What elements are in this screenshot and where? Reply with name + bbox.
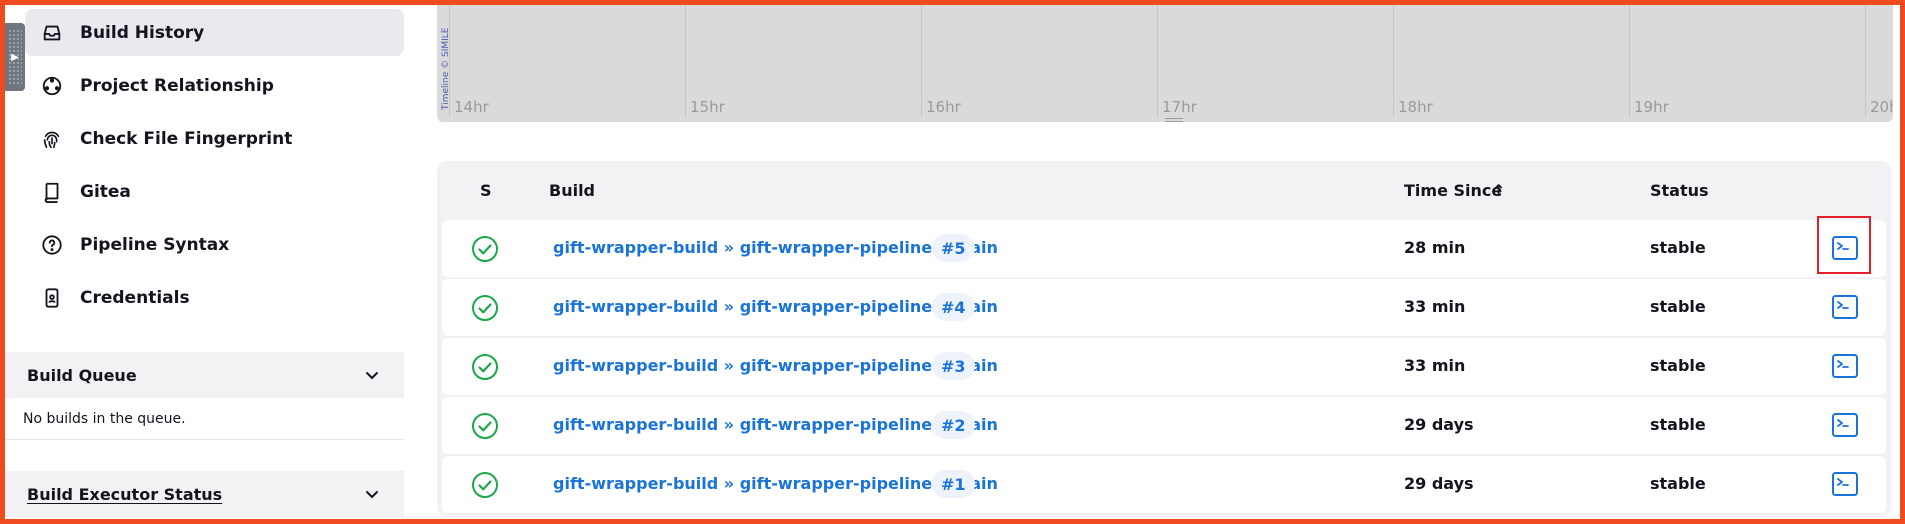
task-label: Project Relationship [80, 75, 274, 96]
table-row: gift-wrapper-build » gift-wrapper-pipeli… [442, 279, 1886, 336]
sidebar: ▶ Build History Project Relationship Che… [5, 5, 404, 519]
build-number-badge[interactable]: #1 [932, 470, 975, 498]
table-row: gift-wrapper-build » gift-wrapper-pipeli… [442, 456, 1886, 513]
task-label: Check File Fingerprint [80, 128, 293, 149]
build-status: stable [1650, 297, 1706, 316]
time-since: 33 min [1404, 356, 1466, 375]
table-header: S Build Time Since ↑ Status [437, 161, 1891, 219]
build-history-table: S Build Time Since ↑ Status gift-wrapper… [437, 161, 1891, 517]
task-gitea[interactable]: Gitea [25, 168, 404, 215]
console-output-icon[interactable] [1831, 293, 1859, 321]
project-relationship-icon [41, 75, 63, 97]
time-since: 29 days [1404, 474, 1474, 493]
chevron-down-icon[interactable] [364, 486, 380, 502]
time-since: 33 min [1404, 297, 1466, 316]
success-check-icon [472, 413, 498, 439]
console-output-icon[interactable] [1831, 411, 1859, 439]
gitea-book-icon [41, 181, 63, 203]
task-label: Credentials [80, 287, 190, 308]
success-check-icon [472, 472, 498, 498]
build-status: stable [1650, 474, 1706, 493]
task-label: Pipeline Syntax [80, 234, 230, 255]
build-executor-status-title[interactable]: Build Executor Status [27, 485, 222, 504]
timeline-hour-label: 15hr [690, 98, 725, 116]
column-header-status-icon[interactable]: S [480, 181, 492, 200]
task-credentials[interactable]: Credentials [25, 274, 404, 321]
table-row: gift-wrapper-build » gift-wrapper-pipeli… [442, 338, 1886, 395]
build-status: stable [1650, 356, 1706, 375]
build-number-badge[interactable]: #4 [932, 293, 975, 321]
table-row: gift-wrapper-build » gift-wrapper-pipeli… [442, 220, 1886, 277]
time-since: 28 min [1404, 238, 1466, 257]
timeline-hour-label: 18hr [1398, 98, 1433, 116]
timeline-hour-label: 19hr [1634, 98, 1669, 116]
build-status: stable [1650, 415, 1706, 434]
success-check-icon [472, 295, 498, 321]
chevron-down-icon[interactable] [364, 367, 380, 383]
success-check-icon [472, 236, 498, 262]
column-header-status[interactable]: Status [1650, 181, 1709, 200]
task-project-relationship[interactable]: Project Relationship [25, 62, 404, 109]
sidebar-toggle-handle[interactable]: ▶ [5, 23, 25, 91]
credentials-icon [41, 287, 63, 309]
sort-ascending-icon[interactable]: ↑ [1492, 181, 1505, 200]
task-label: Gitea [80, 181, 131, 202]
timeline-credit: Timeline © SIMILE [441, 27, 451, 110]
task-check-file-fingerprint[interactable]: Check File Fingerprint [25, 115, 404, 162]
build-executor-status-header[interactable]: Build Executor Status [5, 471, 404, 517]
task-build-history[interactable]: Build History [25, 9, 404, 56]
table-row: gift-wrapper-build » gift-wrapper-pipeli… [442, 397, 1886, 454]
build-number-badge[interactable]: #5 [932, 234, 975, 262]
build-number-badge[interactable]: #2 [932, 411, 975, 439]
build-timeline[interactable]: Timeline © SIMILE 14hr 15hr 16hr 17hr 18… [437, 5, 1893, 122]
success-check-icon [472, 354, 498, 380]
timeline-hour-label: 16hr [926, 98, 961, 116]
build-queue-empty-text: No builds in the queue. [23, 410, 186, 427]
build-number-badge[interactable]: #3 [932, 352, 975, 380]
build-queue-body: No builds in the queue. [5, 398, 404, 440]
time-since: 29 days [1404, 415, 1474, 434]
help-circle-icon [41, 234, 63, 256]
column-header-build[interactable]: Build [549, 181, 595, 200]
column-header-time-since[interactable]: Time Since [1404, 181, 1502, 200]
build-history-icon [41, 22, 63, 44]
timeline-hour-label: 17hr [1162, 98, 1197, 116]
console-output-icon[interactable] [1831, 352, 1859, 380]
build-queue-title: Build Queue [27, 365, 137, 385]
build-status: stable [1650, 238, 1706, 257]
task-pipeline-syntax[interactable]: Pipeline Syntax [25, 221, 404, 268]
fingerprint-icon [41, 128, 63, 150]
timeline-resize-handle[interactable] [1165, 118, 1183, 122]
expand-arrow-icon: ▶ [11, 51, 19, 63]
highlight-box [1817, 216, 1871, 274]
build-queue-header[interactable]: Build Queue [5, 352, 404, 398]
timeline-hour-label: 14hr [454, 98, 489, 116]
console-output-icon[interactable] [1831, 470, 1859, 498]
timeline-hour-label: 20hr [1870, 98, 1893, 116]
task-label: Build History [80, 22, 205, 43]
